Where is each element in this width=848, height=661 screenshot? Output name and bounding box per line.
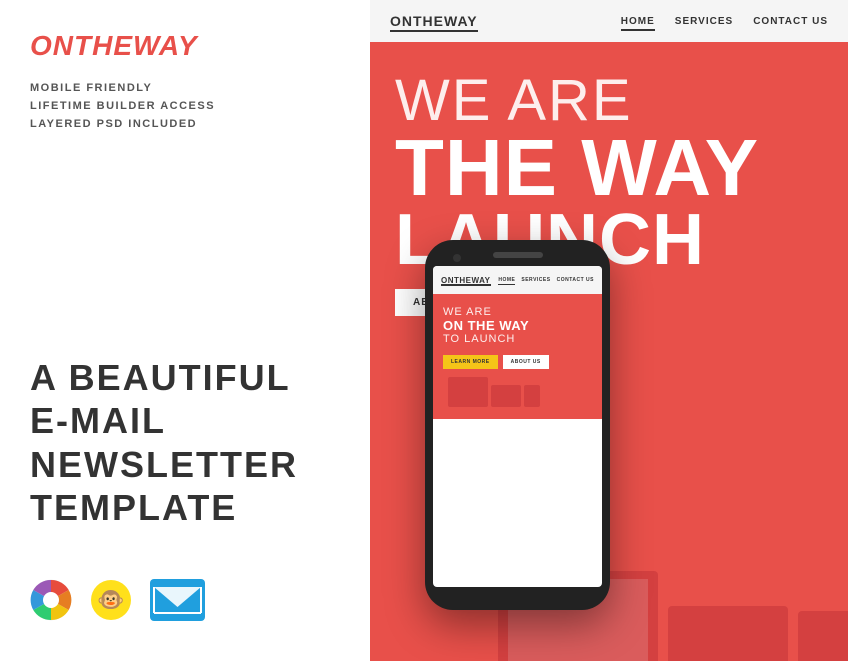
tagline-line1: A BEAUTIFUL xyxy=(30,356,340,399)
campaign-monitor-icon xyxy=(150,579,205,621)
phone-speaker xyxy=(493,252,543,258)
phone-about-us-button[interactable]: ABOUT US xyxy=(503,355,549,369)
phone-logo: ONTHEWAY xyxy=(441,276,491,285)
brand-title: ONTHEWAY xyxy=(30,30,340,62)
svg-text:🐵: 🐵 xyxy=(97,587,124,612)
site-nav-links: HOME SERVICES CONTACT US xyxy=(621,16,828,27)
site-navbar: ONTHEWAY HOME SERVICES CONTACT US xyxy=(370,0,848,42)
phone-learn-more-button[interactable]: LEARN MORE xyxy=(443,355,498,369)
features-list: MOBILE FRIENDLY LIFETIME BUILDER ACCESS … xyxy=(30,82,340,130)
feature-1: MOBILE FRIENDLY xyxy=(30,82,340,94)
laptop-screen xyxy=(668,606,788,661)
tablet-device xyxy=(798,611,848,661)
phone-nav-links: HOME SERVICES CONTACT US xyxy=(498,277,594,283)
phone-screen: ONTHEWAY HOME SERVICES CONTACT US WE ARE… xyxy=(433,266,602,587)
feature-2: LIFETIME BUILDER ACCESS xyxy=(30,100,340,112)
phone-nav-home[interactable]: HOME xyxy=(498,277,515,283)
laptop-device xyxy=(668,606,788,661)
left-panel: ONTHEWAY MOBILE FRIENDLY LIFETIME BUILDE… xyxy=(0,0,370,661)
phone-hero-line2: ON THE WAY xyxy=(443,318,592,333)
phone-mockup: ONTHEWAY HOME SERVICES CONTACT US WE ARE… xyxy=(425,240,610,610)
phone-hero-line3: TO LAUNCH xyxy=(443,333,592,345)
nav-contact[interactable]: CONTACT US xyxy=(753,16,828,27)
hero-line2: THE WAY xyxy=(395,130,823,206)
nav-services[interactable]: SERVICES xyxy=(675,16,733,27)
phone-buttons: LEARN MORE ABOUT US xyxy=(443,355,592,369)
nav-home[interactable]: HOME xyxy=(621,16,655,27)
phone-camera xyxy=(453,254,461,262)
phone-nav-services[interactable]: SERVICES xyxy=(521,277,550,283)
phone-monitor xyxy=(448,377,488,407)
phone-hero: WE ARE ON THE WAY TO LAUNCH LEARN MORE A… xyxy=(433,294,602,419)
tagline-line2: E-MAIL xyxy=(30,399,340,442)
hero-line1: WE ARE xyxy=(395,72,823,130)
colorwheel-icon xyxy=(30,579,72,621)
phone-laptop xyxy=(491,385,521,407)
tagline-line3: NEWSLETTER xyxy=(30,443,340,486)
feature-3: LAYERED PSD INCLUDED xyxy=(30,118,340,130)
phone-navbar: ONTHEWAY HOME SERVICES CONTACT US xyxy=(433,266,602,294)
mailchimp-icon: 🐵 xyxy=(90,579,132,621)
tagline: A BEAUTIFUL E-MAIL NEWSLETTER TEMPLATE xyxy=(30,356,340,529)
site-logo: ONTHEWAY xyxy=(390,13,478,29)
right-panel: ONTHEWAY HOME SERVICES CONTACT US WE ARE… xyxy=(370,0,848,661)
phone-tablet xyxy=(524,385,540,407)
phone-devices xyxy=(443,369,592,407)
phone-hero-line1: WE ARE xyxy=(443,306,592,318)
icons-row: 🐵 xyxy=(30,579,340,621)
tagline-line4: TEMPLATE xyxy=(30,486,340,529)
phone-nav-contact[interactable]: CONTACT US xyxy=(557,277,594,283)
